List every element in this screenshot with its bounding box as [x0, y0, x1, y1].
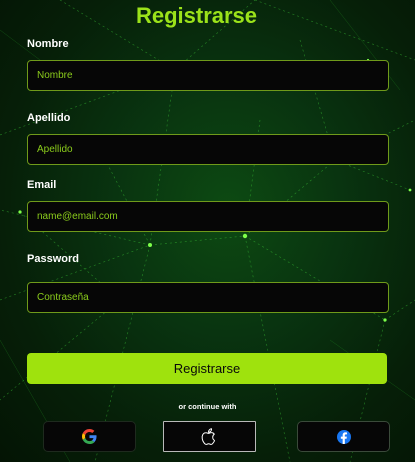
- email-label: Email: [27, 179, 57, 191]
- signup-page: Registrarse Nombre Apellido Email Passwo…: [0, 0, 415, 462]
- apple-icon: [201, 427, 218, 446]
- apellido-field[interactable]: [27, 134, 389, 165]
- page-title: Registrarse: [135, 3, 258, 28]
- continue-with-text: or continue with: [178, 402, 237, 411]
- register-button[interactable]: Registrarse: [27, 353, 387, 384]
- nombre-label: Nombre: [27, 38, 69, 50]
- google-login-button[interactable]: [43, 421, 136, 452]
- google-icon: [82, 429, 97, 444]
- nombre-field[interactable]: [27, 60, 389, 91]
- password-label: Password: [27, 253, 79, 265]
- apellido-label: Apellido: [27, 112, 71, 124]
- facebook-icon: [336, 429, 351, 444]
- apple-login-button[interactable]: [163, 421, 256, 452]
- email-field[interactable]: [27, 201, 389, 232]
- facebook-login-button[interactable]: [297, 421, 390, 452]
- password-field[interactable]: [27, 282, 389, 313]
